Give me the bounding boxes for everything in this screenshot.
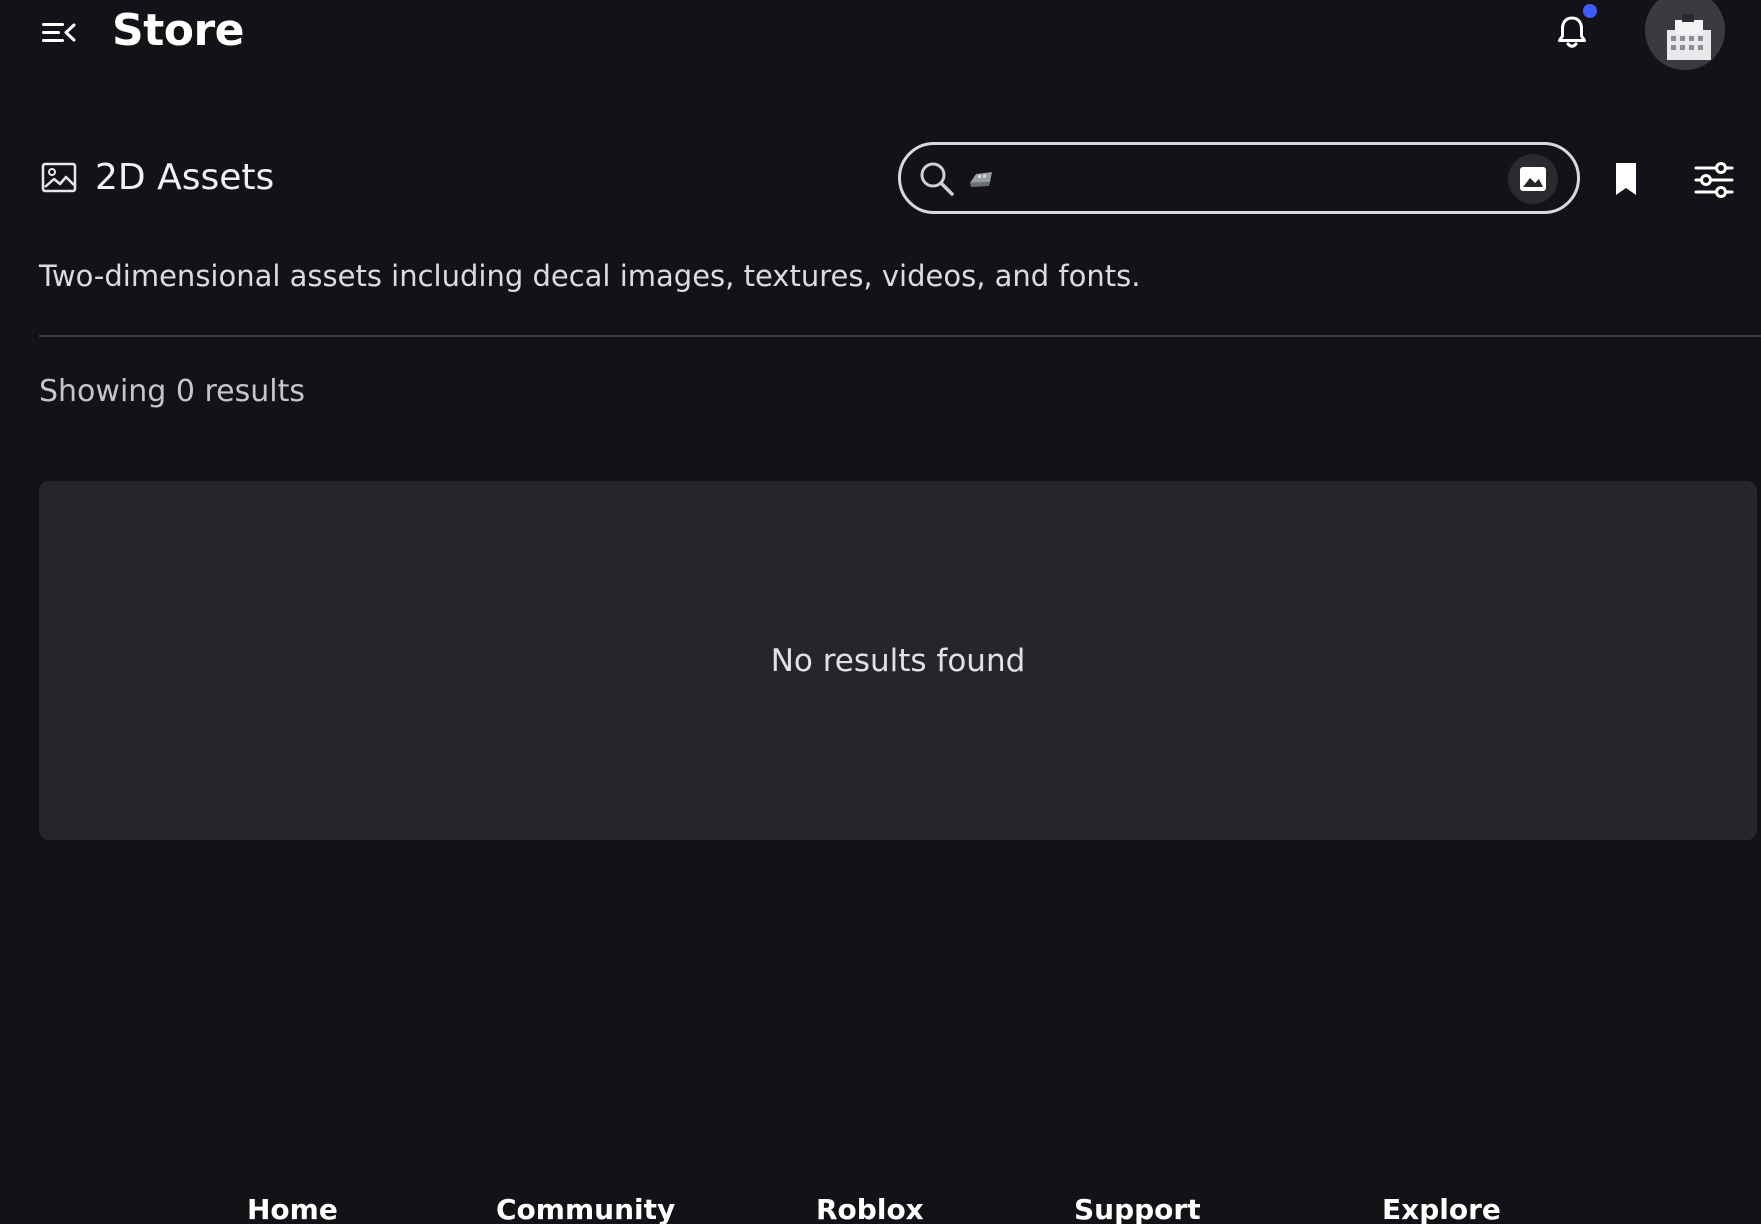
divider (39, 335, 1761, 337)
footer-link-support[interactable]: Support (1074, 1192, 1201, 1224)
image-icon (41, 162, 77, 194)
footer-link-roblox[interactable]: Roblox (816, 1192, 924, 1224)
section-description: Two-dimensional assets including decal i… (39, 259, 1141, 293)
footer-link-community[interactable]: Community (496, 1192, 675, 1224)
image-search-button[interactable] (1508, 154, 1558, 204)
search-input[interactable] (963, 157, 1487, 201)
image-thumbnail-icon (967, 169, 995, 189)
footer-link-home[interactable]: Home (247, 1192, 338, 1224)
search-bar[interactable] (898, 142, 1580, 214)
top-bar: Store (0, 0, 1761, 80)
bookmark-icon[interactable] (1608, 160, 1644, 198)
search-icon (917, 159, 957, 199)
section-title: 2D Assets (95, 157, 275, 198)
results-count: Showing 0 results (39, 374, 306, 409)
menu-collapse-icon[interactable] (40, 14, 80, 50)
bell-icon[interactable] (1552, 12, 1592, 52)
empty-results-message: No results found (770, 643, 1026, 679)
store-page: Store 2D Assets Two-dimensional assets i… (0, 0, 1761, 1224)
page-title: Store (112, 5, 245, 56)
footer-link-explore[interactable]: Explore (1382, 1192, 1501, 1224)
filter-sliders-icon[interactable] (1692, 160, 1736, 200)
image-search-icon (1520, 167, 1546, 191)
user-avatar[interactable] (1645, 0, 1725, 70)
empty-results-panel: No results found (39, 481, 1757, 840)
notification-dot (1583, 4, 1597, 18)
